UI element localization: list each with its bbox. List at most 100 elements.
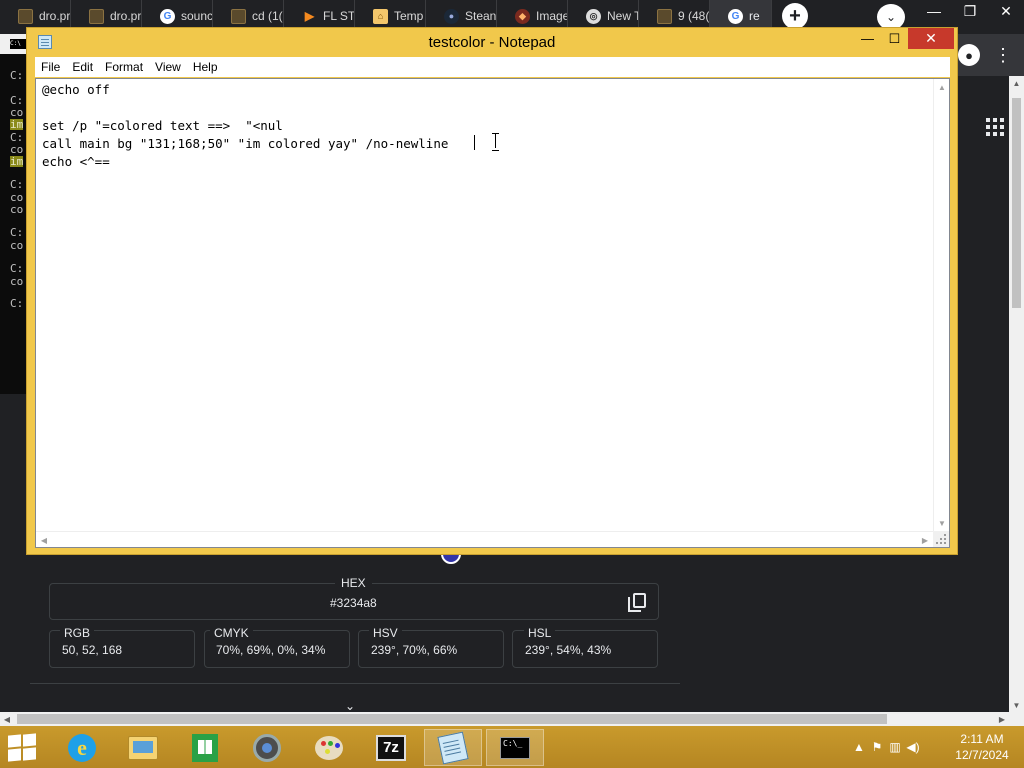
notepad-window[interactable]: testcolor - Notepad — ☐ ✕ File Edit Form… [26, 27, 958, 555]
scroll-up-icon[interactable]: ▲ [934, 79, 950, 95]
console-line: C: [10, 226, 24, 239]
tab-title: sounc [181, 9, 213, 23]
taskbar-7zip[interactable]: 7z [362, 729, 420, 766]
close-button[interactable]: ✕ [988, 0, 1024, 22]
scroll-left-icon[interactable]: ◀ [36, 532, 52, 548]
action-center-flag-icon[interactable]: ⚑ [868, 740, 886, 754]
tab-title: 9 (48( [678, 9, 710, 23]
text-caret [474, 135, 475, 150]
rgb-label: RGB [60, 626, 95, 640]
resize-grip[interactable] [933, 531, 949, 547]
tab-title: re [749, 9, 760, 23]
notepad-title-bar[interactable]: testcolor - Notepad — ☐ ✕ [27, 28, 957, 56]
image-icon: ◆ [515, 8, 530, 24]
taskbar-store[interactable] [176, 729, 234, 766]
tab-title: dro.pr [110, 9, 142, 23]
menu-file[interactable]: File [35, 60, 66, 74]
scroll-up-icon[interactable]: ▲ [1009, 76, 1024, 90]
hsl-label: HSL [524, 626, 556, 640]
console-line: C: [10, 69, 24, 82]
taskbar: e 7z C:\_ ▲ ⚑ ▥ ◀) 2:11 AM 12/7/2024 [0, 726, 1024, 768]
browser-window-controls: — ❐ ✕ [916, 0, 1024, 22]
cmyk-value[interactable]: 70%, 69%, 0%, 34% [216, 643, 325, 657]
menu-help[interactable]: Help [187, 60, 224, 74]
clock-date: 12/7/2024 [955, 748, 1009, 762]
cmyk-label: CMYK [210, 626, 253, 640]
taskbar-notepad[interactable] [424, 729, 482, 766]
chevron-down-icon[interactable]: ⌄ [345, 699, 355, 713]
google-icon: G [160, 8, 175, 24]
console-title-bar[interactable]: C:\ [0, 34, 28, 54]
console-line: co [10, 275, 24, 288]
show-hidden-icons-icon[interactable]: ▲ [850, 740, 868, 754]
tab-title: New T [607, 9, 639, 23]
page-vertical-scrollbar[interactable]: ▲ ▼ [1009, 76, 1024, 712]
chrome-icon [253, 733, 281, 762]
minimize-button[interactable]: — [854, 28, 881, 49]
profile-avatar-icon[interactable]: ● [958, 44, 980, 66]
folder-icon [657, 8, 672, 24]
folder-icon [18, 8, 33, 24]
scroll-down-icon[interactable]: ▼ [1009, 698, 1024, 712]
close-button[interactable]: ✕ [908, 28, 954, 49]
fl-studio-icon: ▶ [304, 9, 315, 23]
rgb-value[interactable]: 50, 52, 168 [62, 643, 122, 657]
hex-value[interactable]: #3234a8 [330, 596, 377, 610]
console-line: co [10, 143, 24, 156]
page-horizontal-scrollbar[interactable]: ◀ ▶ [0, 712, 1009, 726]
scroll-right-icon[interactable]: ▶ [995, 712, 1009, 726]
hex-label: HEX [335, 576, 372, 590]
start-button[interactable] [8, 733, 38, 762]
taskbar-file-explorer[interactable] [114, 729, 172, 766]
taskbar-chrome[interactable] [238, 729, 296, 766]
tab-title: Image [536, 9, 568, 23]
tab-title: FL STI [323, 9, 355, 23]
store-icon [192, 733, 218, 762]
taskbar-internet-explorer[interactable]: e [53, 729, 111, 766]
divider [30, 683, 680, 684]
taskbar-paint[interactable] [300, 729, 358, 766]
restore-button[interactable]: ❐ [952, 0, 988, 22]
text-editor[interactable]: @echo off set /p "=colored text ==> "<nu… [35, 78, 950, 548]
system-tray: ▲ ⚑ ▥ ◀) [850, 726, 922, 768]
scrollbar-corner [1009, 712, 1024, 726]
editor-content[interactable]: @echo off set /p "=colored text ==> "<nu… [42, 81, 448, 171]
console-line: im [10, 118, 24, 131]
steam-icon: ● [444, 8, 459, 24]
hsv-value[interactable]: 239°, 70%, 66% [371, 643, 457, 657]
cmd-icon: C:\ [10, 39, 26, 49]
taskbar-command-prompt[interactable]: C:\_ [486, 729, 544, 766]
hsl-value[interactable]: 239°, 54%, 43% [525, 643, 611, 657]
scroll-down-icon[interactable]: ▼ [934, 515, 950, 531]
menu-format[interactable]: Format [99, 60, 149, 74]
file-explorer-icon [128, 735, 158, 760]
menu-view[interactable]: View [149, 60, 187, 74]
system-clock[interactable]: 2:11 AM 12/7/2024 [952, 731, 1012, 763]
menu-edit[interactable]: Edit [66, 60, 99, 74]
console-line: im [10, 155, 24, 168]
more-menu-icon[interactable]: ⋮ [994, 44, 1012, 66]
tab-title: Stean [465, 9, 497, 23]
copy-icon[interactable] [627, 591, 649, 613]
editor-horizontal-scrollbar[interactable]: ◀ ▶ [36, 531, 933, 547]
new-tab-button[interactable]: + [782, 3, 808, 29]
scroll-left-icon[interactable]: ◀ [0, 712, 14, 726]
apps-grid-icon[interactable] [986, 118, 1004, 136]
editor-vertical-scrollbar[interactable]: ▲ ▼ [933, 79, 949, 531]
console-line: C: [10, 178, 24, 191]
console-window[interactable]: C:\ C: C: co im C: co im C: co co C: co … [0, 34, 28, 394]
google-icon: G [728, 8, 743, 24]
tab-title: cd (1( [252, 9, 283, 23]
folder-icon [231, 8, 246, 24]
scroll-thumb[interactable] [1012, 98, 1021, 308]
scroll-right-icon[interactable]: ▶ [917, 532, 933, 548]
tab-title: Temp [394, 9, 424, 23]
scroll-thumb[interactable] [17, 714, 887, 724]
menu-bar: File Edit Format View Help [35, 57, 950, 77]
paint-palette-icon [315, 735, 343, 760]
minimize-button[interactable]: — [916, 0, 952, 22]
network-icon[interactable]: ▥ [886, 740, 904, 754]
maximize-button[interactable]: ☐ [881, 28, 908, 49]
console-line: C: [10, 94, 24, 107]
volume-icon[interactable]: ◀) [904, 740, 922, 754]
